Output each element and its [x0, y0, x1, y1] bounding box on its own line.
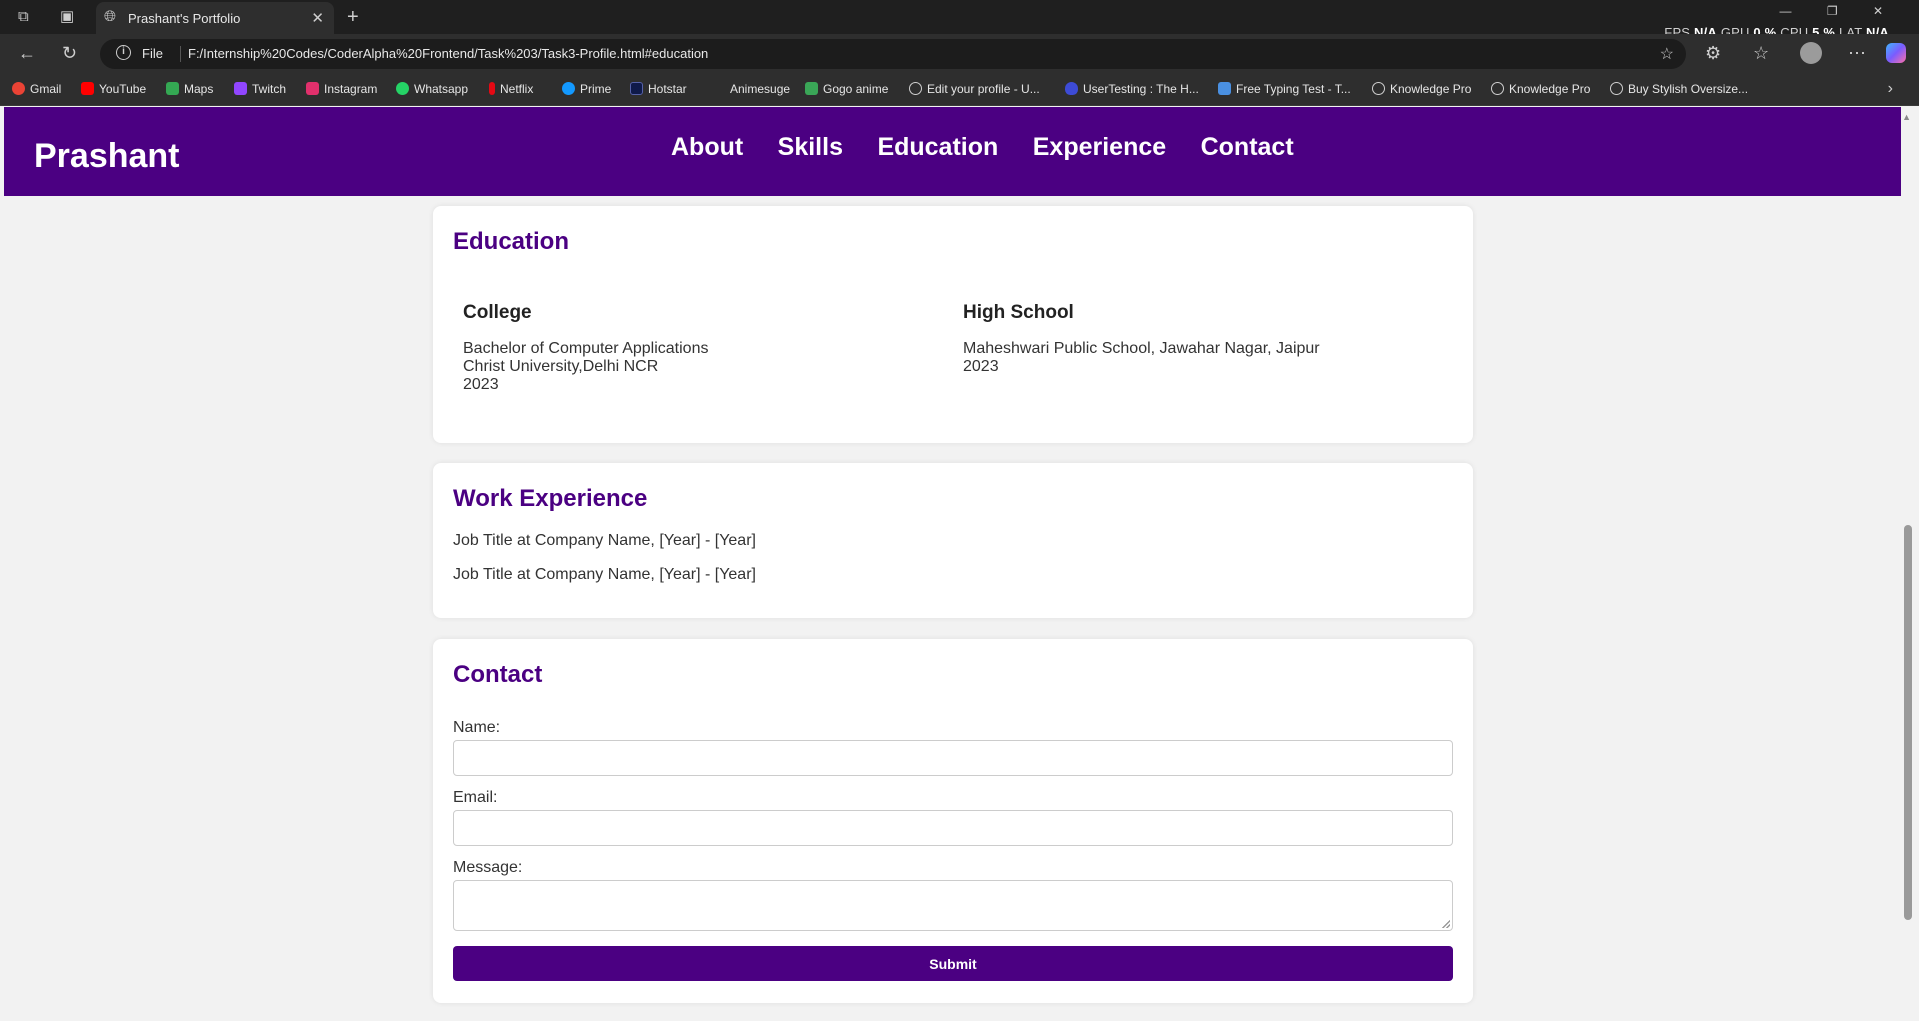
twitch-icon [234, 82, 247, 95]
site-nav: About Skills Education Experience Contac… [671, 133, 1324, 162]
bookmarks-bar: Gmail YouTube Maps Twitch Instagram What… [0, 74, 1919, 106]
resize-grip-icon[interactable] [1442, 920, 1450, 928]
typing-icon [1218, 82, 1231, 95]
bookmark-instagram[interactable]: Instagram [306, 82, 377, 96]
gmail-icon [12, 82, 25, 95]
submit-button[interactable]: Submit [453, 946, 1453, 981]
college-university: Christ University,Delhi NCR [463, 358, 659, 375]
back-icon[interactable]: ← [18, 43, 36, 64]
profile-avatar[interactable] [1800, 42, 1822, 64]
info-icon[interactable]: i [116, 45, 131, 60]
globe-icon [909, 82, 922, 95]
minimize-icon[interactable]: — [1779, 4, 1791, 18]
email-label: Email: [453, 789, 498, 806]
gogoanime-icon [805, 82, 818, 95]
workspaces-icon[interactable]: ⧉ [18, 9, 29, 24]
bookmark-typing-test[interactable]: Free Typing Test - T... [1218, 82, 1351, 96]
college-year: 2023 [463, 376, 499, 393]
address-separator [180, 46, 181, 62]
copilot-icon[interactable] [1886, 43, 1906, 63]
extensions-icon[interactable]: ⚙︎ [1705, 43, 1721, 64]
nav-about[interactable]: About [671, 133, 743, 162]
scroll-up-icon[interactable]: ▲ [1902, 112, 1911, 122]
bookmark-animesuge[interactable]: Animesuge [712, 82, 790, 96]
whatsapp-icon [396, 82, 409, 95]
browser-toolbar: ← ↻ i File F:/Internship%20Codes/CoderAl… [0, 34, 1919, 74]
bookmark-knowledge-pro-1[interactable]: Knowledge Pro [1372, 82, 1471, 96]
browser-tab[interactable]: 🌐︎ Prashant's Portfolio ✕ [96, 2, 334, 34]
instagram-icon [306, 82, 319, 95]
contact-section: Contact Name: Email: Message: Submit [433, 639, 1473, 1003]
school-name: Maheshwari Public School, Jawahar Nagar,… [963, 340, 1320, 357]
name-input[interactable] [453, 740, 1453, 776]
window-controls: — ❐ ✕ [1747, 4, 1883, 18]
netflix-icon [489, 82, 495, 95]
bookmark-edit-profile[interactable]: Edit your profile - U... [909, 82, 1040, 96]
prime-icon [562, 82, 575, 95]
bookmark-usertesting[interactable]: UserTesting : The H... [1065, 82, 1199, 96]
school-column: High School Maheshwari Public School, Ja… [963, 302, 1320, 376]
college-column: College Bachelor of Computer Application… [463, 302, 708, 394]
nav-skills[interactable]: Skills [778, 133, 843, 162]
bookmark-hotstar[interactable]: Hotstar [630, 82, 687, 96]
bookmark-gogoanime[interactable]: Gogo anime [805, 82, 888, 96]
browser-tab-bar: ⧉ ▣ 🌐︎ Prashant's Portfolio ✕ + — ❐ ✕ FP… [0, 0, 1919, 40]
bookmark-prime[interactable]: Prime [562, 82, 611, 96]
bookmark-whatsapp[interactable]: Whatsapp [396, 82, 468, 96]
site-brand[interactable]: Prashant [34, 137, 180, 176]
close-tab-icon[interactable]: ✕ [311, 9, 324, 27]
youtube-icon [81, 82, 94, 95]
more-menu-icon[interactable]: ⋯ [1848, 43, 1866, 64]
email-input[interactable] [453, 810, 1453, 846]
address-prefix: File [142, 46, 163, 61]
nav-experience[interactable]: Experience [1033, 133, 1166, 162]
restore-icon[interactable]: ❐ [1827, 4, 1838, 18]
favorites-icon[interactable]: ☆ [1753, 43, 1769, 64]
bookmark-stylish-oversize[interactable]: Buy Stylish Oversize... [1610, 82, 1748, 96]
site-header: Prashant About Skills Education Experien… [4, 107, 1901, 196]
globe-icon [1491, 82, 1504, 95]
message-label: Message: [453, 859, 523, 876]
bookmark-knowledge-pro-2[interactable]: Knowledge Pro [1491, 82, 1590, 96]
job-item: Job Title at Company Name, [Year] - [Yea… [453, 532, 756, 549]
bookmark-gmail[interactable]: Gmail [12, 82, 61, 96]
tab-title: Prashant's Portfolio [128, 11, 241, 26]
globe-icon: 🌐︎ [104, 8, 117, 25]
education-title: Education [453, 228, 570, 255]
nav-education[interactable]: Education [877, 133, 998, 162]
maps-icon [166, 82, 179, 95]
chevron-right-icon[interactable]: › [1888, 80, 1893, 98]
education-section: Education College Bachelor of Computer A… [433, 206, 1473, 443]
college-heading: College [463, 302, 532, 323]
school-year: 2023 [963, 358, 999, 375]
animesuge-icon [712, 82, 725, 95]
globe-icon [1372, 82, 1385, 95]
experience-title: Work Experience [453, 485, 648, 512]
bookmark-netflix[interactable]: Netflix [489, 82, 533, 96]
college-degree: Bachelor of Computer Applications [463, 340, 709, 357]
address-bar[interactable]: i File F:/Internship%20Codes/CoderAlpha%… [100, 39, 1686, 69]
globe-icon [1610, 82, 1623, 95]
scrollbar-thumb[interactable] [1904, 525, 1912, 920]
school-heading: High School [963, 302, 1074, 323]
name-label: Name: [453, 719, 501, 736]
job-item: Job Title at Company Name, [Year] - [Yea… [453, 566, 756, 583]
nav-contact[interactable]: Contact [1201, 133, 1294, 162]
reload-icon[interactable]: ↻ [62, 43, 77, 64]
message-textarea[interactable] [453, 880, 1453, 931]
bookmark-youtube[interactable]: YouTube [81, 82, 146, 96]
bookmark-twitch[interactable]: Twitch [234, 82, 286, 96]
bookmark-maps[interactable]: Maps [166, 82, 213, 96]
new-tab-icon[interactable]: + [347, 6, 359, 29]
address-url[interactable]: F:/Internship%20Codes/CoderAlpha%20Front… [188, 46, 708, 61]
hotstar-icon [630, 82, 643, 95]
usertesting-icon [1065, 82, 1078, 95]
experience-section: Work Experience Job Title at Company Nam… [433, 463, 1473, 618]
close-window-icon[interactable]: ✕ [1873, 4, 1883, 18]
web-page: Prashant About Skills Education Experien… [4, 107, 1901, 1021]
tab-actions-icon[interactable]: ▣ [60, 9, 74, 24]
favorite-star-icon[interactable]: ☆ [1660, 44, 1674, 64]
contact-title: Contact [453, 661, 543, 688]
